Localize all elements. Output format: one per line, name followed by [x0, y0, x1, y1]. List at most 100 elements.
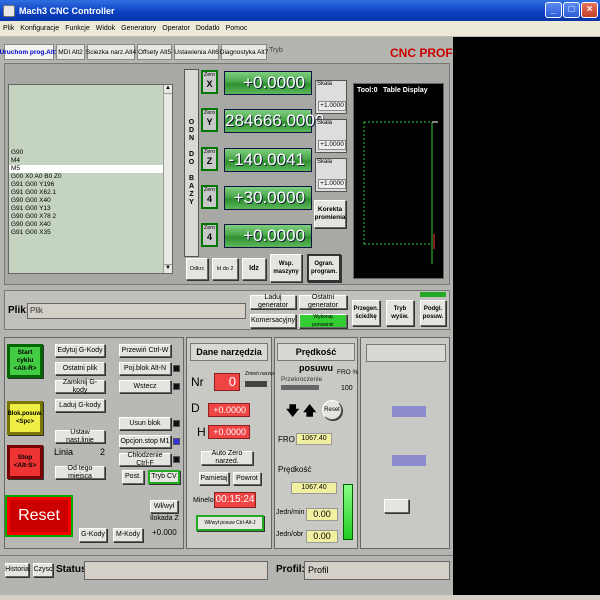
dro-z[interactable]: -140.0041	[224, 148, 312, 172]
reset-button[interactable]: Reset	[7, 497, 71, 535]
menu-dodatki[interactable]: Dodatki	[193, 25, 223, 32]
zero-x-button[interactable]: Zero X	[201, 70, 218, 94]
zero-y-button[interactable]: Zero Y	[201, 108, 218, 132]
zero-4-button[interactable]: Zero 4	[201, 185, 218, 209]
block-delete-button[interactable]: Usun blok	[119, 417, 171, 430]
gcode-line-current: M5	[9, 165, 164, 173]
optional-stop-button[interactable]: Opcjon.stop M1	[119, 435, 171, 448]
remember-button[interactable]: Pamietaj	[199, 472, 229, 485]
tab-tryb-label: Tryb	[269, 47, 283, 54]
goto-button[interactable]: Idz	[242, 258, 266, 280]
z-inhibit-toggle[interactable]: Wł/wył	[150, 500, 178, 513]
maximize-button[interactable]: □	[563, 2, 580, 18]
last-generator-button[interactable]: Ostatni generator	[299, 294, 347, 309]
feed-hold-button[interactable]: Blok.posuw. <Spc>	[7, 401, 43, 435]
tab-diagnostyka[interactable]: Diagnostyka Alt7	[220, 44, 268, 60]
menu-pomoc[interactable]: Pomoc	[223, 25, 251, 32]
single-block-button[interactable]: Poj.blok Alt-N	[119, 362, 171, 375]
gcode-scrollbar[interactable]: ▲ ▼	[163, 85, 172, 273]
feedrate-value[interactable]: 1067.40	[291, 482, 337, 494]
tab-uruchom[interactable]: Uruchom prog.Alt1	[0, 44, 58, 60]
mach3-main-screen: Uruchom prog.Alt1 MDI Alt2 Sciezka narz.…	[0, 37, 600, 595]
return-button[interactable]: Powrot	[233, 472, 261, 485]
dro-y[interactable]: 284666.0000	[224, 109, 324, 133]
goto-home-button[interactable]: Odkrc	[186, 258, 208, 280]
menu-generatory[interactable]: Generatory	[118, 25, 159, 32]
feed-up-icon[interactable]: 🡅	[303, 402, 316, 424]
scale-x: Skala +1.0000	[315, 80, 347, 114]
tab-sciezka[interactable]: Sciezka narz.Alt4	[86, 44, 136, 60]
mcodes-button[interactable]: M-Kody	[113, 528, 143, 542]
zero-5-button[interactable]: Zero 4	[201, 223, 218, 247]
post-button[interactable]: Post.	[122, 470, 144, 484]
feed-reset-button[interactable]: Reset	[322, 400, 342, 420]
close-button[interactable]: ×	[581, 2, 598, 18]
regenerate-button[interactable]: Wykonaj ponownie	[299, 314, 347, 328]
display-mode-button[interactable]: Tryb wyśw.	[386, 300, 414, 326]
gcode-line: G91 G00 Y13	[11, 205, 51, 212]
fro-percent-label: FRO %	[337, 369, 359, 376]
history-button[interactable]: Historia	[5, 563, 29, 577]
stop-button[interactable]: Stop <Alt-S>	[7, 445, 43, 479]
dro-x[interactable]: +0.0000	[224, 71, 312, 95]
zero-z-button[interactable]: Zero Z	[201, 147, 218, 171]
scroll-down-icon[interactable]: ▼	[164, 264, 172, 273]
machine-coords-button[interactable]: Wsp. maszyny	[270, 254, 302, 282]
scale-value[interactable]: +1.0000	[318, 179, 346, 189]
set-next-line-button[interactable]: Ustaw nast.linie	[55, 429, 105, 444]
toolpath-canvas	[363, 121, 438, 264]
close-gcode-button[interactable]: Zamknij G-kody	[55, 379, 105, 394]
tool-height-value[interactable]: +0.0000	[208, 425, 250, 439]
run-from-here-button[interactable]: Od tego miejsca	[55, 465, 105, 480]
menu-widok[interactable]: Widok	[93, 25, 118, 32]
tab-ustawienia[interactable]: Ustawienia Alt6	[174, 44, 219, 60]
file-path-field[interactable]: Plik	[27, 303, 246, 319]
regen-toolpath-button[interactable]: Przegen. ścieżkę	[352, 300, 380, 326]
flood-coolant-button[interactable]: Chłodzenie Ctrl-F	[119, 452, 171, 467]
menu-plik[interactable]: Plik	[0, 25, 17, 32]
tab-mdi[interactable]: MDI Alt2	[56, 44, 85, 60]
load-gcode-button[interactable]: Laduj G-kody	[55, 399, 105, 412]
scale-label: Skala	[317, 81, 333, 87]
edit-gcode-button[interactable]: Edytuj G-Kody	[55, 344, 105, 357]
gcode-line: G90 G00 X40	[11, 221, 51, 228]
fro-value[interactable]: 1067.40	[296, 433, 332, 445]
feed-down-icon[interactable]: 🡇	[286, 402, 299, 424]
feedrate-gauge	[343, 484, 353, 540]
cv-mode-button[interactable]: Tryb CV	[148, 470, 180, 484]
cycle-start-button[interactable]: Start cyklu <Alt-R>	[7, 344, 43, 378]
spindle-reset-button[interactable]	[384, 499, 409, 513]
menu-operator[interactable]: Operator	[159, 25, 193, 32]
soft-limits-button[interactable]: Ogran. program.	[307, 254, 341, 282]
minimize-button[interactable]: _	[545, 2, 562, 18]
conversational-button[interactable]: Komersacyjny	[250, 314, 296, 328]
tool-diameter-value[interactable]: +0.0000	[208, 403, 250, 417]
tab-offsety[interactable]: Offsety Alt5	[137, 44, 172, 60]
gcodes-button[interactable]: G-Kody	[79, 528, 107, 542]
toolpath-display[interactable]: Tool:0 Table Display	[353, 83, 444, 279]
spindle-set-value[interactable]	[392, 455, 426, 466]
jog-follow-button[interactable]: Podgl. posuw.	[420, 300, 446, 326]
reverse-run-button[interactable]: Wstecz	[119, 380, 171, 393]
dro-b[interactable]: +0.0000	[224, 224, 312, 248]
goto-z-button[interactable]: Id do 2	[212, 258, 238, 280]
line-value: 2	[100, 447, 106, 457]
clear-button[interactable]: Czysc	[33, 563, 53, 577]
recent-file-button[interactable]: Ostatni plik	[55, 362, 105, 375]
load-generator-button[interactable]: Laduj generator	[250, 294, 296, 309]
auto-tool-zero-button[interactable]: Auto Zero narzed.	[201, 450, 253, 465]
tool-number-value[interactable]: 0	[214, 373, 240, 391]
dro-a[interactable]: +30.0000	[224, 186, 312, 210]
menu-konfiguracje[interactable]: Konfiguracje	[17, 25, 62, 32]
scale-value[interactable]: +1.0000	[318, 140, 346, 150]
rewind-button[interactable]: Przewiń Ctrl-W	[119, 344, 171, 357]
jog-toggle-button[interactable]: Wł/wył posuw Ctrl-Alt-J	[196, 515, 264, 531]
ref-all-home-button[interactable]: ODN DO BAZY	[184, 69, 199, 257]
flood-coolant-led	[173, 456, 180, 463]
scroll-up-icon[interactable]: ▲	[164, 85, 172, 94]
mach3-window: Mach3 CNC Controller _ □ × Plik Konfigur…	[0, 0, 600, 600]
gcode-list[interactable]: G90 M4 M5 G00 X0 A0 B0 Z0 G91 G00 Y196 G…	[8, 84, 173, 274]
radius-correction-button[interactable]: Korekta promienia	[314, 200, 346, 228]
menu-funkcje[interactable]: Funkcje	[62, 25, 93, 32]
scale-value[interactable]: +1.0000	[318, 101, 346, 111]
